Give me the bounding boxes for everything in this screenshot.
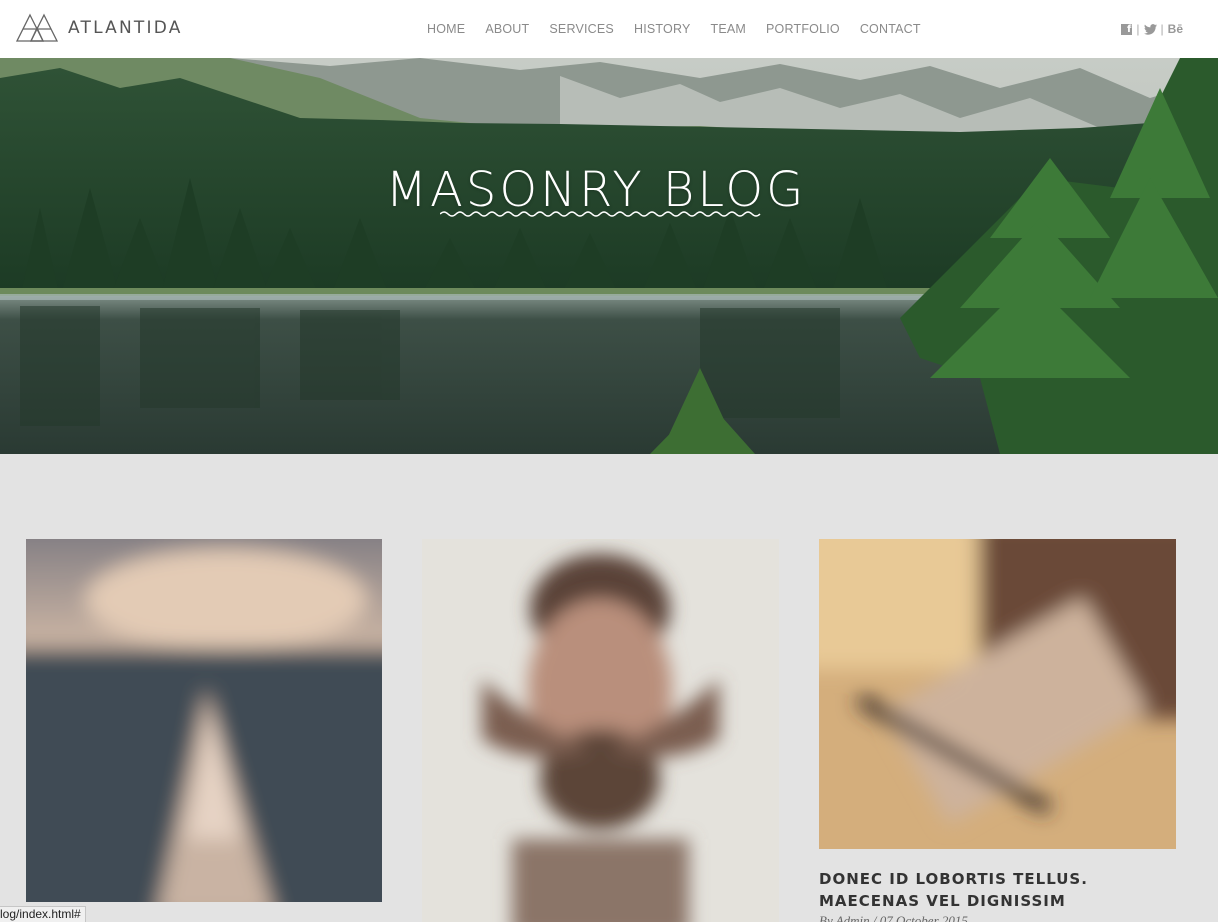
blog-card-1[interactable]: [26, 539, 382, 902]
main-nav: HOME ABOUT SERVICES HISTORY TEAM PORTFOL…: [427, 22, 941, 36]
facebook-icon[interactable]: f: [1121, 23, 1133, 35]
brand-logo[interactable]: ATLANTIDA: [16, 13, 183, 43]
nav-portfolio[interactable]: PORTFOLIO: [766, 22, 840, 36]
social-separator: |: [1136, 22, 1140, 36]
post-title[interactable]: DONEC ID LOBORTIS TELLUS. MAECENAS VEL D…: [819, 868, 1119, 912]
triangle-logo-icon: [16, 13, 58, 42]
twitter-icon[interactable]: [1143, 23, 1157, 35]
lake-forest-image: [0, 58, 1218, 454]
blog-image-mustache-man[interactable]: [422, 539, 779, 922]
behance-icon[interactable]: Bē: [1168, 22, 1183, 36]
blog-card-3[interactable]: DONEC ID LOBORTIS TELLUS. MAECENAS VEL D…: [819, 539, 1176, 922]
social-links: f | | Bē: [1121, 22, 1183, 36]
brand-name: ATLANTIDA: [68, 18, 183, 38]
blog-image-lighthouse[interactable]: [26, 539, 382, 902]
nav-services[interactable]: SERVICES: [549, 22, 614, 36]
nav-history[interactable]: HISTORY: [634, 22, 691, 36]
nav-home[interactable]: HOME: [427, 22, 465, 36]
hero-banner: MASONRY BLOG: [0, 58, 1218, 454]
browser-status-bar: log/index.html#: [0, 906, 86, 922]
site-header: ATLANTIDA HOME ABOUT SERVICES HISTORY TE…: [0, 0, 1218, 58]
nav-contact[interactable]: CONTACT: [860, 22, 921, 36]
wavy-underline: [440, 211, 761, 217]
post-meta: By Admin / 07 October 2015: [819, 913, 968, 922]
nav-team[interactable]: TEAM: [710, 22, 746, 36]
social-separator-2: |: [1160, 22, 1164, 36]
blog-card-2[interactable]: [422, 539, 779, 922]
blog-image-notebook[interactable]: [819, 539, 1176, 849]
nav-about[interactable]: ABOUT: [485, 22, 529, 36]
